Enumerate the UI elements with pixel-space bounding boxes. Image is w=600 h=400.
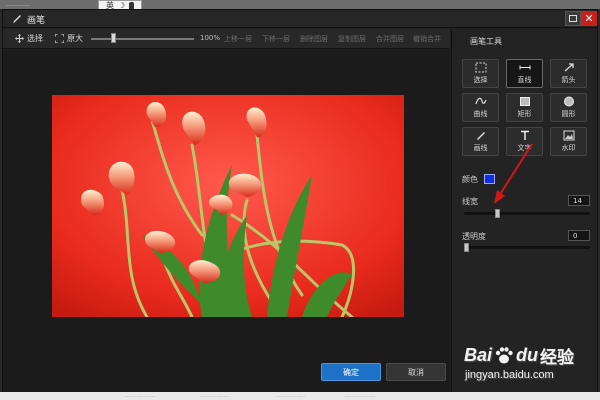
opacity-label: 透明度 xyxy=(462,232,486,241)
maximize-icon xyxy=(569,15,577,22)
taskbar-item: ……………… xyxy=(200,393,230,399)
line-width-label: 线宽 xyxy=(462,197,478,206)
paw-icon xyxy=(495,346,513,363)
opacity-slider-thumb[interactable] xyxy=(464,243,469,252)
tool-label: 曲线 xyxy=(473,110,488,118)
arrow-icon xyxy=(564,63,574,72)
select-tool-button[interactable]: 选择 xyxy=(15,33,43,44)
watermark-bai: Bai xyxy=(464,345,493,365)
line-width-slider-thumb[interactable] xyxy=(495,209,501,218)
tool-label: 矩形 xyxy=(517,110,532,118)
fit-icon xyxy=(55,34,64,43)
user-icon xyxy=(129,2,135,9)
tool-label: 选择 xyxy=(473,76,488,84)
watermark-url: jingyan.baidu.com xyxy=(465,369,554,381)
window-title: 画笔 xyxy=(27,16,46,26)
original-size-button[interactable]: 原大 xyxy=(55,33,83,44)
delete-layer-button[interactable]: 删除图层 xyxy=(300,34,328,44)
titlebar: 画笔 ✕ xyxy=(3,10,597,28)
maximize-button[interactable] xyxy=(565,11,581,26)
pen-icon xyxy=(13,15,21,23)
line-width-input[interactable]: 14 xyxy=(568,195,590,206)
tool-label: 圆形 xyxy=(561,110,576,118)
opacity-input[interactable]: 0 xyxy=(568,230,590,241)
desktop-top-text: ………… xyxy=(6,1,30,8)
circle-icon xyxy=(563,96,574,107)
tool-circle[interactable]: 圆形 xyxy=(550,93,587,122)
watermark-jingyan: 经验 xyxy=(540,348,575,367)
close-icon: ✕ xyxy=(584,12,594,25)
tulip-photo[interactable] xyxy=(52,95,404,317)
tool-label: 直线 xyxy=(517,76,532,84)
curve-icon xyxy=(474,97,487,105)
select-icon xyxy=(475,62,486,73)
panel-title: 画笔工具 xyxy=(470,37,502,46)
merge-layer-button[interactable]: 合并图层 xyxy=(376,34,404,44)
confirm-button[interactable]: 确定 xyxy=(321,363,381,381)
zoom-slider-track[interactable] xyxy=(91,38,194,40)
annotation-arrow xyxy=(494,143,533,204)
tool-label: 箭头 xyxy=(561,76,576,84)
confirm-label: 确定 xyxy=(343,367,359,377)
watermark-icon xyxy=(563,130,574,141)
tool-select[interactable]: 选择 xyxy=(462,59,499,88)
cancel-button[interactable]: 取消 xyxy=(386,363,446,381)
original-size-label: 原大 xyxy=(67,34,83,43)
copy-layer-button[interactable]: 复制图层 xyxy=(338,34,366,44)
baidu-jingyan-watermark: Bai du 经验 jingyan.baidu.com xyxy=(462,339,596,397)
tool-watermark[interactable]: 水印 xyxy=(550,127,587,156)
cancel-label: 取消 xyxy=(408,367,424,377)
zoom-slider-thumb[interactable] xyxy=(111,33,116,43)
taskbar-item: ……………… xyxy=(345,393,375,399)
desktop-top-strip: ………… xyxy=(0,0,600,9)
line-icon xyxy=(519,65,530,70)
canvas-area[interactable]: 确定 取消 xyxy=(3,50,450,393)
taskbar-item: ……………… xyxy=(275,393,305,399)
opacity-slider-track[interactable] xyxy=(464,246,590,249)
rectangle-icon xyxy=(519,97,530,106)
taskbar-item: ……………… xyxy=(125,393,155,399)
watermark-du: du xyxy=(516,345,539,365)
move-down-layer-button[interactable]: 下移一层 xyxy=(262,34,290,44)
line-width-slider-track[interactable] xyxy=(464,212,590,215)
toolbar: 选择 原大 100% 上移一层 下移一层 删除图层 复制图层 合并图层 撤销合并 xyxy=(3,29,450,49)
tool-rectangle[interactable]: 矩形 xyxy=(506,93,543,122)
tool-line[interactable]: 直线 xyxy=(506,59,543,88)
zoom-value: 100% xyxy=(200,34,221,42)
move-up-layer-button[interactable]: 上移一层 xyxy=(224,34,252,44)
tool-label: 水印 xyxy=(561,144,576,152)
select-tool-label: 选择 xyxy=(27,34,43,43)
move-icon xyxy=(15,34,24,43)
close-button[interactable]: ✕ xyxy=(581,11,597,26)
undo-merge-button[interactable]: 撤销合并 xyxy=(413,34,441,44)
tool-curve[interactable]: 曲线 xyxy=(462,93,499,122)
tool-arrow[interactable]: 箭头 xyxy=(550,59,587,88)
color-label: 颜色 xyxy=(462,175,478,184)
